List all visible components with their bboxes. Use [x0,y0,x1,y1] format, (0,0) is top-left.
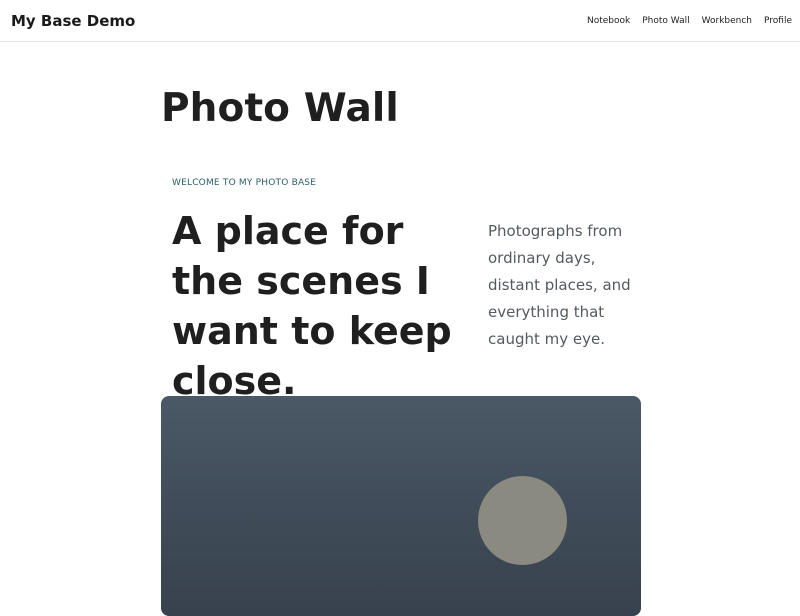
nav-link-profile[interactable]: Profile [764,16,792,26]
site-brand-link[interactable]: My Base Demo [11,12,135,30]
intro-description: Photographs from ordinary days, distant … [488,222,631,348]
main-nav: Notebook Photo Wall Workbench Profile [587,16,792,26]
featured-photo[interactable] [161,396,641,616]
nav-link-photo-wall[interactable]: Photo Wall [642,16,689,26]
intro-eyebrow: WELCOME TO MY PHOTO BASE [172,178,317,188]
nav-link-workbench[interactable]: Workbench [702,16,752,26]
page-title: Photo Wall [161,86,399,131]
top-navigation-bar: My Base Demo Notebook Photo Wall Workben… [0,0,800,42]
nav-link-notebook[interactable]: Notebook [587,16,630,26]
photo-moon-shape [478,476,567,565]
intro-heading: A place for the scenes I want to keep cl… [172,209,452,403]
